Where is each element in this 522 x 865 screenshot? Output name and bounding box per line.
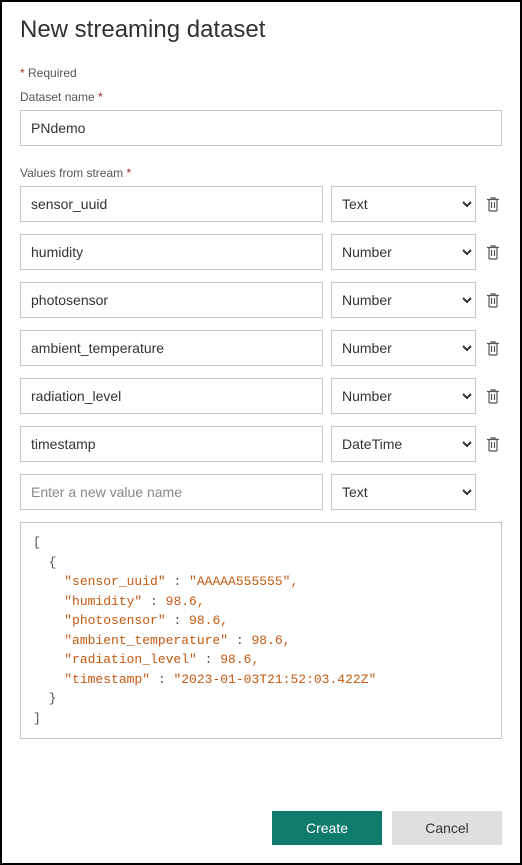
value-row: TextNumberDateTime	[20, 378, 502, 414]
value-type-select[interactable]: TextNumberDateTime	[331, 378, 476, 414]
value-name-input[interactable]	[20, 426, 323, 462]
value-type-select[interactable]: TextNumberDateTime	[331, 426, 476, 462]
trash-icon[interactable]	[484, 196, 502, 212]
value-row: TextNumberDateTime	[20, 426, 502, 462]
create-button[interactable]: Create	[272, 811, 382, 845]
dataset-name-label: Dataset name *	[20, 90, 502, 104]
trash-icon[interactable]	[484, 244, 502, 260]
value-row: TextNumberDateTime	[20, 330, 502, 366]
cancel-button[interactable]: Cancel	[392, 811, 502, 845]
dataset-name-input[interactable]	[20, 110, 502, 146]
new-value-type-select[interactable]: TextNumberDateTime	[331, 474, 476, 510]
value-type-select[interactable]: TextNumberDateTime	[331, 234, 476, 270]
trash-icon[interactable]	[484, 388, 502, 404]
json-preview: [ { "sensor_uuid" : "AAAAA555555", "humi…	[20, 522, 502, 739]
value-name-input[interactable]	[20, 378, 323, 414]
value-type-select[interactable]: TextNumberDateTime	[331, 330, 476, 366]
trash-icon[interactable]	[484, 340, 502, 356]
value-row: TextNumberDateTime	[20, 186, 502, 222]
value-name-input[interactable]	[20, 282, 323, 318]
value-row: TextNumberDateTime	[20, 282, 502, 318]
values-label: Values from stream *	[20, 166, 502, 180]
new-value-name-input[interactable]	[20, 474, 323, 510]
trash-icon[interactable]	[484, 436, 502, 452]
value-type-select[interactable]: TextNumberDateTime	[331, 282, 476, 318]
value-type-select[interactable]: TextNumberDateTime	[331, 186, 476, 222]
trash-icon[interactable]	[484, 292, 502, 308]
new-value-row: TextNumberDateTime	[20, 474, 502, 510]
value-name-input[interactable]	[20, 186, 323, 222]
page-title: New streaming dataset	[20, 16, 502, 44]
required-note: Required	[20, 66, 502, 80]
value-name-input[interactable]	[20, 234, 323, 270]
footer: Create Cancel	[2, 797, 520, 863]
value-name-input[interactable]	[20, 330, 323, 366]
value-row: TextNumberDateTime	[20, 234, 502, 270]
